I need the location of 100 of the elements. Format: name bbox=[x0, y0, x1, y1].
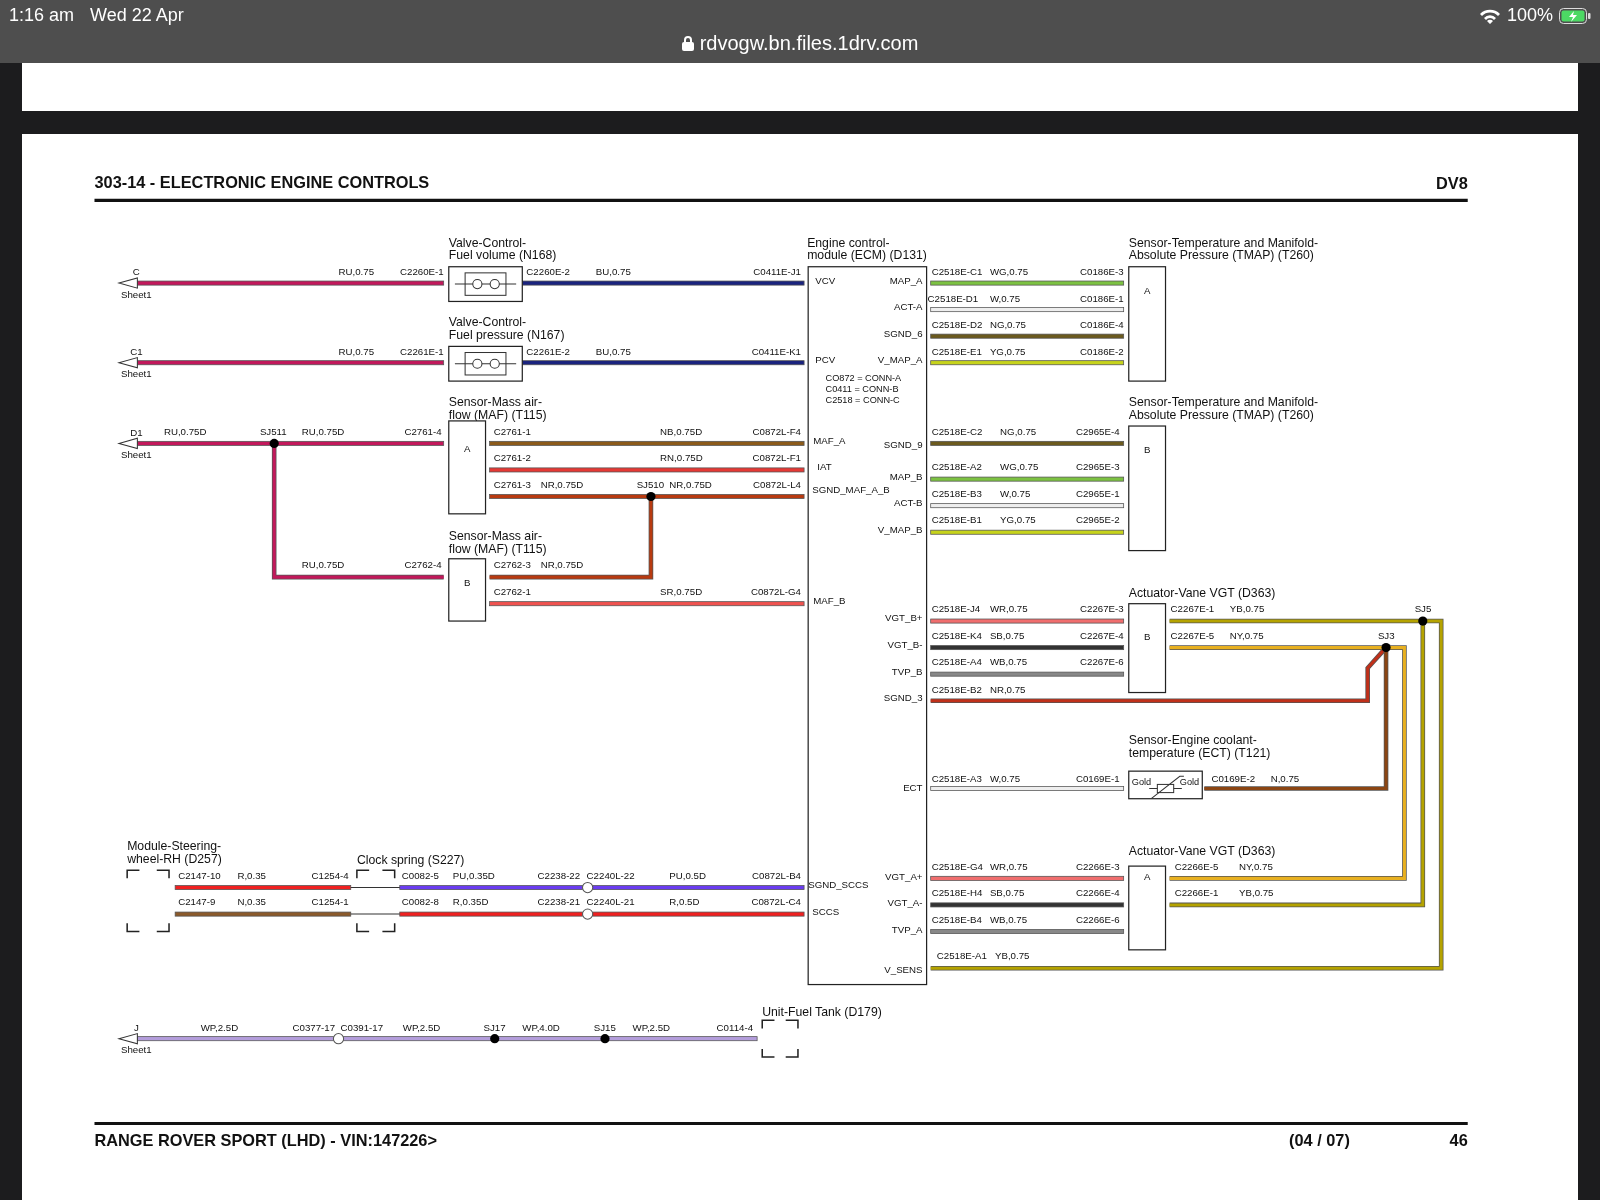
splice-dot bbox=[1381, 643, 1391, 653]
pin-label: SGND_MAF_A_B bbox=[812, 483, 890, 495]
pin-label: SGND_SCCS bbox=[808, 879, 869, 890]
pin-label: Gold bbox=[1179, 777, 1200, 788]
connector-label: C0391-17 bbox=[340, 1021, 384, 1033]
connector-label: C2266E-3 bbox=[1075, 860, 1120, 872]
connector-label: C2261E-2 bbox=[526, 346, 570, 357]
splice-label: SJ15 bbox=[593, 1021, 616, 1033]
connector-label: C0114-4 bbox=[716, 1021, 754, 1033]
pin-label: ACT-A bbox=[894, 301, 923, 313]
connector-label: C2267E-3 bbox=[1080, 603, 1124, 615]
page-code: DV8 bbox=[1435, 174, 1468, 192]
connector-label: C0872L-F1 bbox=[752, 452, 801, 464]
connector-label: C0186E-1 bbox=[1080, 292, 1124, 304]
connector-label: C2267E-1 bbox=[1170, 603, 1215, 615]
sheet-ref-label: Sheet1 bbox=[121, 288, 152, 300]
component-title: Sensor-Temperature and Manifold- Absolute Pressure (TMAP) (T260) bbox=[1128, 395, 1319, 422]
arrow-icon bbox=[117, 1032, 138, 1045]
pin-label: ECT bbox=[903, 782, 923, 793]
connector-label: C2518E-D1 bbox=[927, 292, 979, 304]
pin-label: SGND_9 bbox=[883, 438, 923, 450]
component-title: Actuator-Vane VGT (D363) bbox=[1128, 844, 1276, 859]
wire-code-label: NG,0.75 bbox=[1000, 425, 1037, 437]
wire-code-label: RU,0.75D bbox=[301, 425, 345, 437]
connector-icon bbox=[332, 1033, 345, 1045]
connector-label: C2761-1 bbox=[493, 425, 531, 437]
connector-label: C0082-5 bbox=[401, 869, 439, 881]
jumper-line bbox=[350, 887, 401, 889]
pin-label: VCV bbox=[815, 274, 836, 286]
connector-label: C2518E-B3 bbox=[931, 487, 982, 499]
arrow-icon bbox=[117, 356, 138, 369]
connector-label: C2518E-A4 bbox=[931, 656, 982, 668]
connector-label: C0186E-2 bbox=[1080, 346, 1124, 357]
wire-code-label: W,0.75 bbox=[989, 772, 1021, 784]
wifi-icon bbox=[1478, 7, 1501, 24]
connector-label: C1254-4 bbox=[311, 869, 349, 881]
wire-code-label: NG,0.75 bbox=[989, 319, 1026, 331]
component-title: Engine control- module (ECM) (D131) bbox=[807, 235, 927, 263]
pin-label: MAF_A bbox=[813, 434, 846, 446]
splice-dot bbox=[269, 438, 279, 448]
connector-label: C2260E-2 bbox=[526, 266, 570, 278]
pin-label: SGND_3 bbox=[883, 692, 923, 704]
wire-code-label: YB,0.75 bbox=[995, 950, 1030, 962]
component-title: Valve-Control- Fuel volume (N168) bbox=[448, 235, 557, 263]
pin-label: TVP_B bbox=[891, 665, 923, 677]
component-title: Sensor-Mass air- flow (MAF) (T115) bbox=[448, 395, 547, 422]
part-letter: A bbox=[1143, 284, 1151, 296]
footer-vehicle: RANGE ROVER SPORT (LHD) - VIN:147226> bbox=[94, 1130, 437, 1149]
connector-label: C0872L-C4 bbox=[751, 896, 801, 908]
wire-code-label: YG,0.75 bbox=[1000, 514, 1036, 526]
connector-label: C0411E-K1 bbox=[751, 346, 801, 357]
wire-code-label: R,0.35 bbox=[237, 869, 266, 881]
wire-code-label: RU,0.75 bbox=[338, 266, 375, 278]
part-letter: B bbox=[1143, 444, 1151, 455]
connector-label: C2267E-5 bbox=[1170, 629, 1215, 641]
part-letter: A bbox=[1143, 870, 1151, 882]
lock-icon bbox=[681, 35, 694, 51]
component-outline bbox=[761, 1019, 799, 1058]
pin-label: PCV bbox=[815, 354, 836, 366]
status-time: 1:16 am bbox=[9, 4, 75, 27]
pin-label: V_SENS bbox=[884, 963, 923, 975]
wire-code-label: N,0.75 bbox=[1270, 772, 1300, 784]
wire-code-label: WP,4.0D bbox=[522, 1021, 560, 1033]
connector-label: C2240L-21 bbox=[586, 896, 635, 908]
sheet-ref-letter: C bbox=[132, 266, 140, 278]
pin-label: SCCS bbox=[812, 905, 840, 917]
pin-label: MAP_B bbox=[889, 470, 923, 482]
splice-dot bbox=[1418, 616, 1428, 626]
wire-code-label: RU,0.75D bbox=[163, 425, 207, 437]
address-url[interactable]: rdvogw.bn.files.1drv.com bbox=[699, 28, 919, 58]
part-letter: B bbox=[463, 576, 471, 588]
pin-label: IAT bbox=[817, 461, 832, 473]
connector-label: C2518E-A3 bbox=[931, 772, 982, 784]
connector-label: C2238-22 bbox=[537, 869, 581, 881]
pin-label: MAF_B bbox=[813, 595, 846, 607]
component-title: Valve-Control- Fuel pressure (N167) bbox=[448, 315, 565, 343]
note-text: CO872 = CONN-A bbox=[825, 373, 902, 384]
pin-label: VGT_A- bbox=[887, 897, 923, 909]
wire-code-label: WG,0.75 bbox=[1000, 461, 1039, 473]
component-outline bbox=[126, 869, 170, 933]
wire-code-label: YG,0.75 bbox=[989, 346, 1026, 357]
connector-label: C2761-2 bbox=[493, 452, 531, 464]
pin-label: V_MAP_A bbox=[877, 354, 923, 366]
connector-label: C2761-3 bbox=[493, 478, 531, 490]
connector-label: C2518E-D2 bbox=[931, 319, 983, 331]
connector-label: C2518E-A1 bbox=[936, 950, 987, 962]
connector-label: C2762-3 bbox=[493, 559, 531, 571]
wire-code-label: YB,0.75 bbox=[1229, 603, 1265, 615]
wire-code-label: NR,0.75 bbox=[989, 683, 1026, 695]
splice-label: SJ5 bbox=[1414, 603, 1432, 615]
connector-label: C2762-1 bbox=[493, 585, 531, 597]
arrow-icon bbox=[117, 437, 138, 450]
connector-label: C2518E-C2 bbox=[931, 425, 983, 437]
connector-label: C2518E-B2 bbox=[931, 683, 982, 695]
connector-label: C0872L-B4 bbox=[752, 869, 801, 881]
connector-label: C2762-4 bbox=[404, 559, 442, 571]
component-title: Sensor-Engine coolant- temperature (ECT) (T121) bbox=[1128, 733, 1271, 760]
splice-dot bbox=[600, 1034, 610, 1044]
connector-label: C2266E-5 bbox=[1174, 860, 1219, 872]
part-letter: A bbox=[463, 443, 471, 454]
